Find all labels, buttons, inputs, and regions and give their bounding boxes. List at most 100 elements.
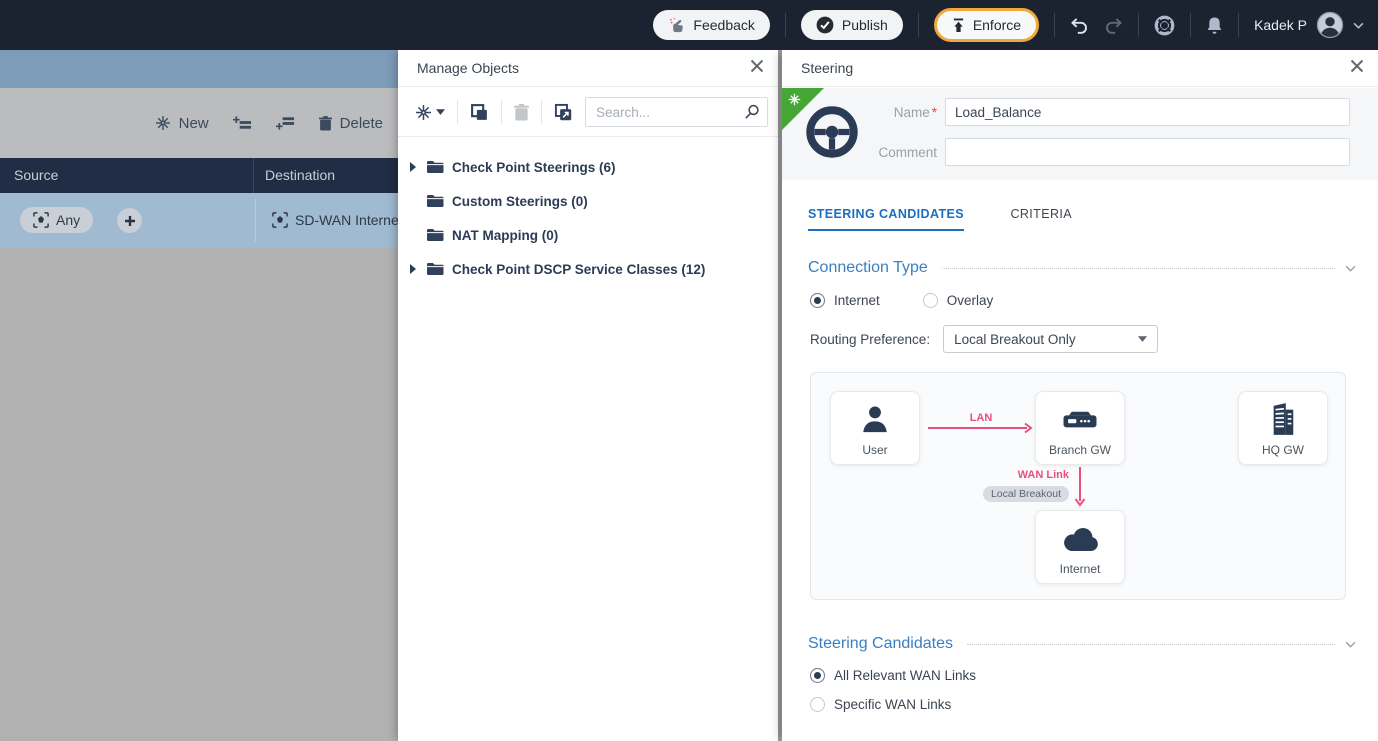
destination-object[interactable]: SD-WAN Interne	[272, 207, 398, 233]
connection-type-section-header: Connection Type	[808, 257, 1356, 279]
toolbar-separator	[501, 100, 502, 124]
routing-preference-row: Routing Preference: Local Breakout Only	[810, 325, 1158, 353]
tree-item-nat-mapping[interactable]: NAT Mapping (0)	[398, 218, 778, 252]
manage-objects-panel: Manage Objects	[398, 50, 778, 741]
comment-input[interactable]	[945, 138, 1350, 166]
topbar-separator	[1054, 13, 1055, 37]
connection-type-radios: Internet Overlay	[810, 293, 993, 308]
object-brackets-icon	[33, 212, 49, 228]
feedback-button[interactable]: Feedback	[653, 10, 769, 40]
radio-all-label: All Relevant WAN Links	[834, 668, 976, 683]
expand-arrow-icon[interactable]	[410, 264, 418, 274]
table-row[interactable]: Any SD-WAN Interne	[0, 193, 398, 248]
undo-icon[interactable]	[1070, 17, 1089, 34]
source-any-pill[interactable]: Any	[20, 207, 93, 233]
tree-item-dscp-service-classes[interactable]: Check Point DSCP Service Classes (12)	[398, 252, 778, 286]
node-label: Branch GW	[1036, 443, 1124, 457]
steering-tabs: STEERING CANDIDATES CRITERIA	[808, 205, 1114, 231]
node-label: Internet	[1036, 562, 1124, 576]
diagram-node-hq-gw: HQ GW	[1238, 391, 1328, 465]
new-object-button[interactable]	[415, 104, 445, 121]
tree-item-custom-steerings[interactable]: Custom Steerings (0)	[398, 184, 778, 218]
copy-icon[interactable]	[470, 103, 489, 122]
wan-link-label: WAN Link	[1018, 469, 1069, 481]
background-table-toolbar: New Delete	[0, 88, 398, 158]
add-rule-below-icon[interactable]	[276, 116, 295, 130]
search-input[interactable]	[585, 97, 768, 127]
tree-item-label: Check Point Steerings (6)	[452, 160, 616, 175]
wan-arrow	[1074, 467, 1086, 509]
publish-check-circle-icon	[816, 16, 834, 34]
radio-all-relevant-wan-links[interactable]: All Relevant WAN Links	[810, 668, 976, 683]
expand-arrow-icon[interactable]	[410, 162, 418, 172]
diagram-node-branch-gw: Branch GW	[1035, 391, 1125, 465]
tab-steering-candidates[interactable]: STEERING CANDIDATES	[808, 207, 964, 231]
chevron-down-icon	[1353, 22, 1364, 29]
caret-down-icon	[1138, 336, 1147, 342]
new-rule-button[interactable]: New	[155, 115, 209, 132]
bell-icon[interactable]	[1206, 16, 1223, 35]
caret-down-icon	[436, 109, 445, 115]
radio-overlay-label: Overlay	[947, 293, 994, 308]
search-magnifier-icon[interactable]	[744, 104, 760, 120]
tab-criteria[interactable]: CRITERIA	[1010, 207, 1072, 229]
folder-icon	[426, 228, 444, 242]
publish-button[interactable]: Publish	[801, 10, 903, 40]
topbar-separator	[918, 13, 919, 37]
connection-type-title: Connection Type	[808, 259, 928, 277]
topbar-separator	[1138, 13, 1139, 37]
feedback-label: Feedback	[693, 17, 754, 33]
collapse-chevron-icon[interactable]	[1345, 641, 1356, 648]
tree-item-check-point-steerings[interactable]: Check Point Steerings (6)	[398, 150, 778, 184]
table-header-row: Source Destination	[0, 158, 398, 193]
radio-specific-wan-links[interactable]: Specific WAN Links	[810, 697, 951, 712]
user-menu[interactable]: Kadek P	[1254, 11, 1364, 39]
source-column-header: Source	[14, 167, 58, 183]
close-icon[interactable]	[750, 59, 764, 73]
name-input[interactable]	[945, 98, 1350, 126]
feedback-hand-icon	[668, 17, 685, 34]
radio-unselected-icon	[923, 293, 938, 308]
tree-item-label: NAT Mapping (0)	[452, 228, 558, 243]
topbar-separator	[785, 13, 786, 37]
appliance-icon	[1036, 409, 1124, 431]
routing-preference-label: Routing Preference:	[810, 332, 930, 347]
collapse-chevron-icon[interactable]	[1345, 265, 1356, 272]
folder-icon	[426, 160, 444, 174]
toolbar-separator	[457, 100, 458, 124]
toolbar-separator	[541, 100, 542, 124]
object-tree: Check Point Steerings (6) Custom Steerin…	[398, 137, 778, 286]
destination-value: SD-WAN Interne	[295, 212, 398, 228]
close-icon[interactable]	[1350, 59, 1364, 73]
steering-candidates-section-header: Steering Candidates	[808, 633, 1356, 655]
redo-icon[interactable]	[1104, 17, 1123, 34]
cell-divider	[255, 199, 256, 242]
local-breakout-badge: Local Breakout	[983, 486, 1069, 502]
avatar	[1316, 11, 1344, 39]
help-lifering-icon[interactable]	[1154, 15, 1175, 36]
radio-internet[interactable]: Internet	[810, 293, 880, 308]
enforce-button[interactable]: Enforce	[934, 8, 1039, 42]
radio-internet-label: Internet	[834, 293, 880, 308]
radio-selected-icon	[810, 293, 825, 308]
destination-column-header: Destination	[265, 167, 335, 183]
export-icon[interactable]	[554, 103, 573, 122]
radio-selected-icon	[810, 668, 825, 683]
diagram-node-internet: Internet	[1035, 510, 1125, 584]
node-label: HQ GW	[1239, 443, 1327, 457]
building-icon	[1239, 402, 1327, 436]
radio-specific-wan-links-row: Specific WAN Links	[810, 697, 951, 712]
folder-icon	[426, 194, 444, 208]
steering-header: Steering	[782, 50, 1378, 87]
add-source-button[interactable]	[117, 208, 142, 233]
routing-preference-select[interactable]: Local Breakout Only	[943, 325, 1158, 353]
cloud-icon	[1036, 527, 1124, 553]
trash-icon[interactable]	[514, 104, 529, 121]
comment-label: Comment	[842, 145, 937, 160]
delete-rule-button[interactable]: Delete	[319, 115, 383, 132]
diagram-node-user: User	[830, 391, 920, 465]
add-rule-above-icon[interactable]	[233, 116, 252, 130]
steering-panel: Steering Name* Comment STEERING CANDIDAT…	[782, 50, 1378, 741]
user-name: Kadek P	[1254, 17, 1307, 33]
radio-overlay[interactable]: Overlay	[923, 293, 994, 308]
